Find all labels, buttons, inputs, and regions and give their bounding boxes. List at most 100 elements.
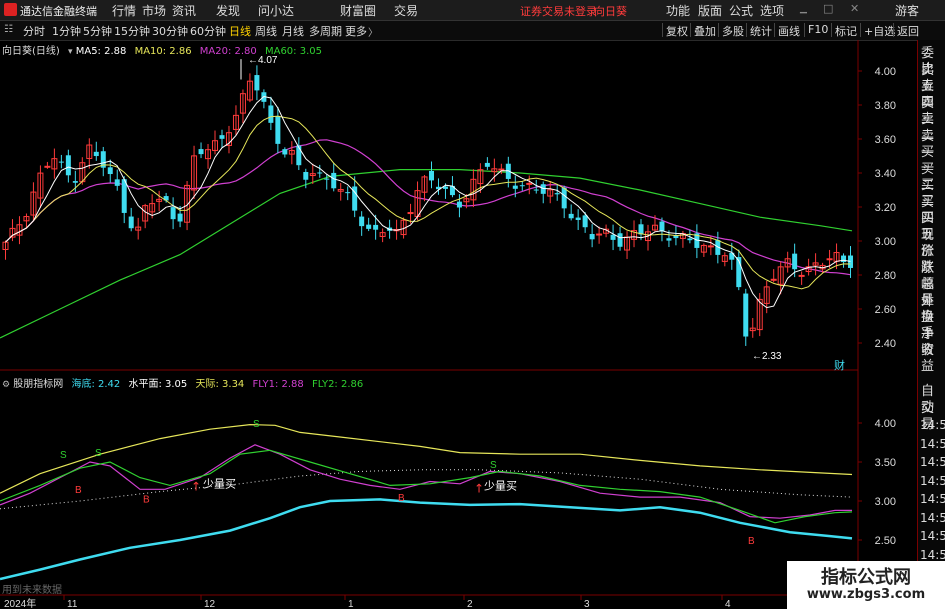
toolbar-overlay-button[interactable]: 叠加 xyxy=(690,23,716,38)
candle-body-down xyxy=(373,224,379,230)
dropdown-icon[interactable]: ▾ xyxy=(68,47,73,57)
period-tab-5min[interactable]: 5分钟 xyxy=(81,23,114,38)
price-tick-label: 2.40 xyxy=(875,338,896,350)
menu-item-formula[interactable]: 公式 xyxy=(729,2,753,19)
period-tab-daily[interactable]: 日线 xyxy=(227,23,253,38)
price-tick-label: 3.20 xyxy=(875,202,896,214)
guest-button[interactable]: 游客 xyxy=(895,2,919,19)
x-axis-month-label: 11 xyxy=(67,599,78,609)
menu-item-layout[interactable]: 版面 xyxy=(698,2,722,19)
candle-body-down xyxy=(114,179,120,186)
ma10-polyline xyxy=(5,115,851,290)
toolbar-stats-button[interactable]: 统计 xyxy=(746,23,772,38)
grid-icon[interactable]: ☷ xyxy=(4,24,13,35)
price-tick-label: 2.80 xyxy=(875,270,896,282)
menu-item-wealth[interactable]: 财富圈 xyxy=(340,2,376,19)
period-tab-multi[interactable]: 多周期 xyxy=(307,23,344,38)
candle-body-down xyxy=(170,207,176,220)
ma10-line xyxy=(5,115,851,290)
period-tab-timeshare[interactable]: 分时 xyxy=(21,23,47,38)
period-tab-monthly[interactable]: 月线 xyxy=(280,23,306,38)
candle-body-down xyxy=(659,221,665,232)
candle-body-down xyxy=(589,234,595,240)
trade-time-label: 14:56 xyxy=(920,473,945,488)
candle-body-down xyxy=(72,181,78,183)
chart-title: 向日葵(日线) xyxy=(2,46,60,57)
candle-body-down xyxy=(429,170,434,181)
toolbar-mark-button[interactable]: 标记 xyxy=(831,23,857,38)
haidi-line xyxy=(0,498,853,581)
menu-item-options[interactable]: 选项 xyxy=(760,2,784,19)
sell-signal-label: S xyxy=(95,448,102,459)
sell-signal-label: S xyxy=(60,450,67,461)
indicator-legend: ⚙ 股朋指标网 海底: 2.42 水平面: 3.05 天际: 3.34 FLY1… xyxy=(2,375,368,390)
watermark-title: 指标公式网 xyxy=(821,567,911,588)
close-icon[interactable]: ✕ xyxy=(850,2,859,15)
candle-body-down xyxy=(177,213,183,222)
indicator-name[interactable]: 股朋指标网 xyxy=(13,379,63,390)
fly2-label: FLY2: 2.86 xyxy=(311,379,364,390)
toolbar-multi-stock-button[interactable]: 多股 xyxy=(718,23,744,38)
menu-item-news[interactable]: 资讯 xyxy=(172,2,196,19)
shuiping-label: 水平面: 3.05 xyxy=(128,379,188,390)
chevron-right-icon[interactable]: 〉 xyxy=(368,24,378,39)
kline-chart[interactable]: 4.00 3.80 3.60 3.40 3.20 3.00 2.80 2.60 2.40 4.00… xyxy=(0,40,917,609)
menu-item-function[interactable]: 功能 xyxy=(666,2,690,19)
sell-signal-label: S xyxy=(253,419,260,430)
toolbar-draw-button[interactable]: 画线 xyxy=(774,23,800,38)
candle-body-down xyxy=(324,178,330,180)
candle-body-down xyxy=(93,151,99,157)
candle-body-up xyxy=(770,278,777,281)
candle-body-down xyxy=(107,167,113,175)
login-status[interactable]: 证券交易未登录 xyxy=(520,3,597,19)
period-tab-30min[interactable]: 30分钟 xyxy=(150,23,190,38)
menu-item-discover[interactable]: 发现 xyxy=(216,2,240,19)
period-tab-60min[interactable]: 60分钟 xyxy=(188,23,228,38)
candle-body-down xyxy=(303,171,309,180)
candle-body-down xyxy=(331,172,337,189)
minimize-icon[interactable]: ▁ xyxy=(800,4,807,14)
ma5-polyline xyxy=(5,95,851,309)
period-tab-weekly[interactable]: 周线 xyxy=(253,23,279,38)
menu-item-trade[interactable]: 交易 xyxy=(394,2,418,19)
candle-body-up xyxy=(707,245,714,248)
toolbar-back-button[interactable]: 返回 xyxy=(893,23,919,38)
quote-side-panel: 委比 卖五 卖四 卖三 卖二 卖一 买一 买二 买三 买四 买五 现价 涨跌 涨幅 总量 外盘 换手 净资 收益 自动… xyxy=(917,40,945,609)
trade-time-label: 14:56 xyxy=(920,492,945,506)
candle-body-down xyxy=(219,135,225,139)
candle-body-down xyxy=(268,105,274,123)
trade-time-label: 14:56 xyxy=(920,418,945,432)
app-title: 通达信金融终端 xyxy=(20,5,97,18)
price-tick-label: 3.40 xyxy=(875,168,896,180)
period-tab-more[interactable]: 更多 xyxy=(343,23,369,38)
period-tab-15min[interactable]: 15分钟 xyxy=(112,23,152,38)
trade-time-label: 14:56 xyxy=(920,436,945,451)
candle-body-up xyxy=(798,274,805,277)
candle-body-down xyxy=(275,116,281,144)
toolbar-adjust-button[interactable]: 复权 xyxy=(662,23,688,38)
toolbar-f10-button[interactable]: F10 xyxy=(804,23,828,37)
candle-body-down xyxy=(554,193,560,195)
price-tick-label: 3.00 xyxy=(875,236,896,248)
toolbar-add-favorite-button[interactable]: +自选 xyxy=(860,23,895,38)
financial-badge: 财 xyxy=(834,358,845,372)
candle-body-down xyxy=(666,238,672,241)
menu-item-ask[interactable]: 问小达 xyxy=(258,2,294,19)
x-axis-month-label: 4 xyxy=(725,599,731,609)
ma60-polyline xyxy=(0,169,853,339)
indicator-tick-label: 3.00 xyxy=(875,496,896,508)
side-panel-label: 收益 xyxy=(921,343,935,374)
candle-body-down xyxy=(617,233,623,247)
period-tab-1min[interactable]: 1分钟 xyxy=(50,23,83,38)
menu-item-market[interactable]: 市场 xyxy=(142,2,166,19)
candle-body-down xyxy=(254,75,260,91)
menu-item-quotes[interactable]: 行情 xyxy=(112,2,136,19)
indicator-tick-label: 2.50 xyxy=(875,535,896,547)
candle-body-down xyxy=(575,217,581,220)
ma10-label: MA10: 2.86 xyxy=(134,46,192,57)
maximize-icon[interactable]: □ xyxy=(823,2,833,15)
indicator-settings-icon[interactable]: ⚙ xyxy=(2,380,10,390)
candle-body-down xyxy=(582,215,588,228)
candle-body-down xyxy=(484,162,490,167)
candlesticks xyxy=(2,65,854,346)
